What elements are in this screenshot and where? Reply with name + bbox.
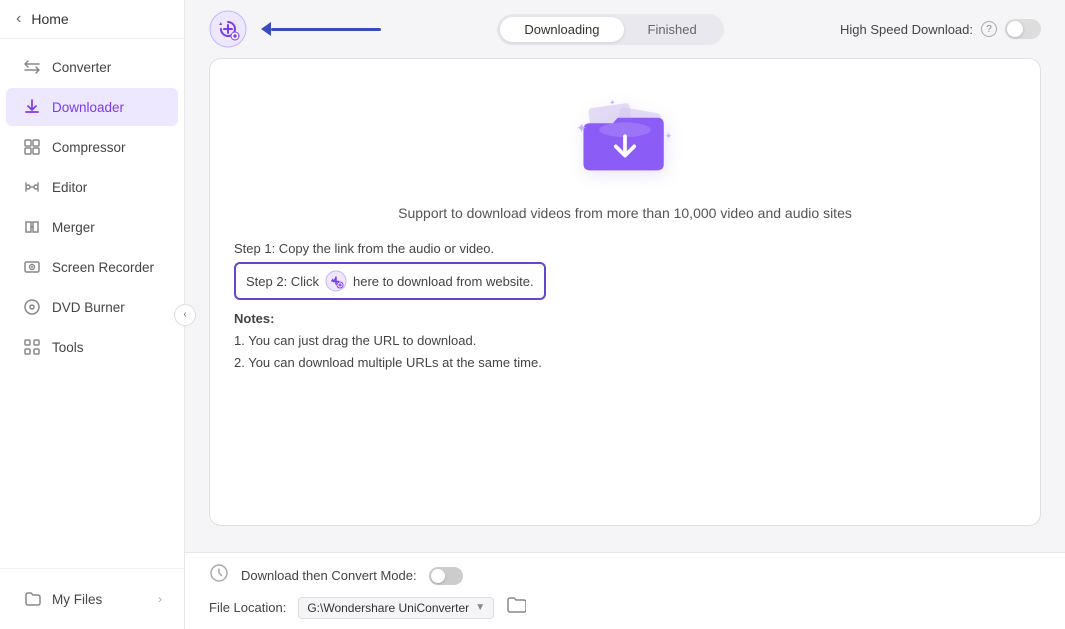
step1-text: Step 1: Copy the link from the audio or … — [234, 241, 1016, 256]
home-label: Home — [31, 11, 68, 27]
high-speed-label: High Speed Download: — [840, 22, 973, 37]
merger-label: Merger — [52, 220, 95, 235]
main-content: Downloading Finished High Speed Download… — [185, 0, 1065, 629]
screen-recorder-label: Screen Recorder — [52, 260, 154, 275]
step2-suffix: here to download from website. — [353, 274, 534, 289]
support-text: Support to download videos from more tha… — [398, 205, 852, 221]
compressor-icon — [22, 137, 42, 157]
converter-icon — [22, 57, 42, 77]
sidebar-item-dvd-burner[interactable]: DVD Burner — [6, 288, 178, 326]
notes-title: Notes: — [234, 311, 274, 326]
dropdown-arrow-icon: ▼ — [475, 602, 485, 613]
topbar: Downloading Finished High Speed Download… — [185, 0, 1065, 58]
sidebar-item-my-files[interactable]: My Files › — [6, 580, 178, 618]
sidebar-item-editor[interactable]: Editor — [6, 168, 178, 206]
folder-illustration: ✦ ✦ ✦ — [565, 89, 685, 189]
sidebar-bottom: My Files › — [0, 568, 184, 629]
dvd-burner-label: DVD Burner — [52, 300, 125, 315]
sidebar-nav: Converter Downloader Compressor — [0, 39, 184, 568]
sidebar-home-item[interactable]: ‹ Home — [0, 0, 184, 39]
step2-inline-icon — [325, 270, 347, 292]
sidebar-item-tools[interactable]: Tools — [6, 328, 178, 366]
sidebar-item-screen-recorder[interactable]: Screen Recorder — [6, 248, 178, 286]
tools-label: Tools — [52, 340, 84, 355]
tab-finished[interactable]: Finished — [624, 17, 721, 42]
dvd-burner-icon — [22, 297, 42, 317]
compressor-label: Compressor — [52, 140, 126, 155]
file-location-select[interactable]: G:\Wondershare UniConverter ▼ — [298, 597, 494, 619]
steps-box: Step 1: Copy the link from the audio or … — [234, 241, 1016, 374]
bottombar: Download then Convert Mode: File Locatio… — [185, 552, 1065, 629]
help-icon[interactable]: ? — [981, 21, 997, 37]
mode-label: Download then Convert Mode: — [241, 568, 417, 583]
tab-group: Downloading Finished — [497, 14, 723, 45]
note1-text: 1. You can just drag the URL to download… — [234, 333, 476, 348]
my-files-icon — [22, 589, 42, 609]
drop-area[interactable]: ✦ ✦ ✦ Support to download videos from mo… — [209, 58, 1041, 526]
sidebar-item-downloader[interactable]: Downloader — [6, 88, 178, 126]
downloader-label: Downloader — [52, 100, 124, 115]
file-path-text: G:\Wondershare UniConverter — [307, 601, 469, 615]
svg-text:✦: ✦ — [576, 121, 587, 136]
editor-label: Editor — [52, 180, 87, 195]
arrow-decoration — [263, 22, 381, 36]
arrow-head-icon — [261, 22, 271, 36]
converter-label: Converter — [52, 60, 111, 75]
content-area: ✦ ✦ ✦ Support to download videos from mo… — [185, 58, 1065, 552]
tab-downloading[interactable]: Downloading — [500, 17, 623, 42]
back-arrow-icon: ‹ — [16, 10, 21, 28]
tools-icon — [22, 337, 42, 357]
screen-recorder-icon — [22, 257, 42, 277]
notes-section: Notes: 1. You can just drag the URL to d… — [234, 308, 1016, 374]
browse-folder-button[interactable] — [506, 596, 526, 619]
sidebar-item-compressor[interactable]: Compressor — [6, 128, 178, 166]
clock-icon — [209, 563, 229, 588]
mode-toggle[interactable] — [429, 567, 463, 585]
add-download-button[interactable] — [209, 10, 247, 48]
bottombar-location-row: File Location: G:\Wondershare UniConvert… — [209, 596, 1041, 619]
my-files-arrow-icon: › — [158, 592, 162, 606]
downloader-icon — [22, 97, 42, 117]
high-speed-toggle[interactable] — [1005, 19, 1041, 39]
file-location-label: File Location: — [209, 600, 286, 615]
svg-text:✦: ✦ — [665, 131, 673, 141]
step2-prefix: Step 2: Click — [246, 274, 319, 289]
my-files-label: My Files — [52, 592, 102, 607]
editor-icon — [22, 177, 42, 197]
sidebar-item-converter[interactable]: Converter — [6, 48, 178, 86]
sidebar: ‹ Home Converter Downloader — [0, 0, 185, 629]
arrow-line — [271, 28, 381, 31]
merger-icon — [22, 217, 42, 237]
sidebar-item-merger[interactable]: Merger — [6, 208, 178, 246]
step2-box: Step 2: Click here to download from webs… — [234, 262, 546, 300]
svg-text:✦: ✦ — [609, 98, 615, 107]
sidebar-collapse-button[interactable]: ‹ — [174, 304, 196, 326]
note2-text: 2. You can download multiple URLs at the… — [234, 355, 542, 370]
bottombar-mode-row: Download then Convert Mode: — [209, 563, 1041, 588]
high-speed-section: High Speed Download: ? — [840, 19, 1041, 39]
